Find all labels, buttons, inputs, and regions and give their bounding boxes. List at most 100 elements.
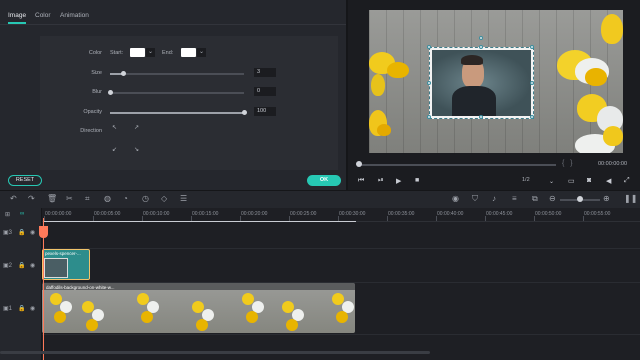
ruler-tick-label: 00:00:50:00 <box>535 211 562 217</box>
microphone-icon[interactable]: ♪ <box>492 194 496 203</box>
size-value-input[interactable]: 3 <box>254 68 276 77</box>
ok-button[interactable]: OK <box>307 175 341 186</box>
direction-label: Direction <box>80 128 102 134</box>
lock-icon[interactable]: 🔒 <box>18 305 25 312</box>
rotate-handle[interactable] <box>479 36 483 40</box>
start-color-swatch[interactable] <box>130 48 145 57</box>
timeline-clip-daffodils[interactable]: daffodils-background-on-white-w... <box>42 283 355 333</box>
lock-icon[interactable]: 🔒 <box>18 262 25 269</box>
track-2-number-icon: ▣2 <box>3 263 13 269</box>
stop-icon[interactable]: ■ <box>415 177 419 184</box>
track-1-number-icon: ▣1 <box>3 306 13 312</box>
zoom-out-icon[interactable]: ⊖ <box>549 194 556 203</box>
timeline-clip-portrait[interactable]: pexels-spencer-... <box>42 249 90 280</box>
ruler-tick-label: 00:00:20:00 <box>241 211 268 217</box>
speed-icon[interactable]: ◔ <box>123 194 128 203</box>
mark-in-out-icon[interactable]: { } <box>562 160 573 167</box>
color-label: Color <box>88 50 102 56</box>
volume-icon[interactable]: ◀ <box>606 177 611 185</box>
redo-icon[interactable]: ↷ <box>28 194 35 203</box>
blur-slider-track[interactable] <box>110 92 244 94</box>
add-track-icon[interactable]: ⊞ <box>5 211 10 218</box>
render-preview-icon[interactable]: ◉ <box>452 194 459 203</box>
keyframe-icon[interactable]: ◇ <box>161 194 167 203</box>
marker-icon[interactable]: ⛉ <box>472 194 478 204</box>
daffodil-thumbnail <box>282 301 306 333</box>
end-color-dropdown-icon[interactable]: ⌄ <box>197 48 206 57</box>
preview-scrubber-track[interactable] <box>358 164 556 166</box>
opacity-value-input[interactable]: 100 <box>254 107 276 116</box>
ruler-tick-label: 00:00:55:00 <box>584 211 611 217</box>
tab-image[interactable]: Image <box>8 12 26 19</box>
ruler-tick-label: 00:00:05:00 <box>94 211 121 217</box>
end-label: End: <box>162 50 174 56</box>
start-color-dropdown-icon[interactable]: ⌄ <box>146 48 155 57</box>
mixer-icon[interactable]: ≡ <box>512 194 517 203</box>
resize-handle[interactable] <box>530 81 534 85</box>
arrow-down-left-icon[interactable]: ↙ <box>110 146 119 155</box>
eye-icon[interactable]: ◉ <box>30 229 35 236</box>
zoom-slider-handle[interactable] <box>577 196 583 202</box>
ruler-tick-label: 00:00:45:00 <box>486 211 513 217</box>
link-icon[interactable]: ∞ <box>20 211 24 217</box>
resize-handle[interactable] <box>530 45 534 49</box>
resize-handle[interactable] <box>479 115 483 119</box>
size-label: Size <box>91 70 102 76</box>
arrow-down-right-icon[interactable]: ↘ <box>132 146 141 155</box>
blur-label: Blur <box>92 89 102 95</box>
prev-frame-icon[interactable]: ⏮ <box>358 177 364 185</box>
snapshot-camera-icon[interactable]: ◙ <box>587 177 591 184</box>
cut-icon[interactable]: ✂ <box>66 194 73 203</box>
work-area-range[interactable] <box>44 221 356 222</box>
blur-value-input[interactable]: 0 <box>254 87 276 96</box>
tab-animation[interactable]: Animation <box>60 12 89 19</box>
tab-color[interactable]: Color <box>35 12 51 19</box>
resize-handle[interactable] <box>427 45 431 49</box>
blur-slider-handle[interactable] <box>107 90 113 95</box>
selection-box[interactable] <box>427 36 534 119</box>
ruler-tick-mark <box>583 216 584 221</box>
color-palette-icon[interactable]: ◍ <box>104 194 111 203</box>
eye-icon[interactable]: ◉ <box>30 262 35 269</box>
opacity-slider-handle[interactable] <box>241 110 247 115</box>
resize-handle[interactable] <box>479 45 483 49</box>
ruler-tick-mark <box>387 216 388 221</box>
resize-handle[interactable] <box>427 115 431 119</box>
play-icon[interactable]: ▶ <box>396 177 401 185</box>
size-slider-track[interactable] <box>110 73 244 75</box>
zoom-in-icon[interactable]: ⊕ <box>603 194 610 203</box>
lock-icon[interactable]: 🔒 <box>18 229 25 236</box>
ruler-tick-mark <box>485 216 486 221</box>
delete-icon[interactable]: 🗑 <box>47 194 57 203</box>
end-color-swatch[interactable] <box>181 48 196 57</box>
start-label: Start: <box>110 50 124 56</box>
timeline-horizontal-scrollbar[interactable] <box>0 351 430 354</box>
playhead-line[interactable] <box>43 218 44 360</box>
size-slider-handle[interactable] <box>120 71 126 76</box>
ruler-tick-label: 00:00:40:00 <box>437 211 464 217</box>
resize-handle[interactable] <box>427 81 431 85</box>
reset-button[interactable]: RESET <box>8 175 42 186</box>
ruler-tick-label: 00:00:15:00 <box>192 211 219 217</box>
resize-handle[interactable] <box>530 115 534 119</box>
chevron-down-icon[interactable]: ⌄ <box>549 178 554 185</box>
playhead-handle[interactable] <box>39 226 48 238</box>
fullscreen-icon[interactable]: ⤢ <box>624 177 630 185</box>
timer-icon[interactable]: ◷ <box>142 194 149 203</box>
arrow-up-right-icon[interactable]: ↗ <box>132 124 141 133</box>
audio-adjust-icon[interactable]: ☰ <box>180 194 187 203</box>
eye-icon[interactable]: ◉ <box>30 305 35 312</box>
monitor-icon[interactable]: ▭ <box>568 177 575 185</box>
preview-scrubber-handle[interactable] <box>356 161 362 167</box>
undo-icon[interactable]: ↶ <box>10 194 17 203</box>
step-back-icon[interactable]: ⏯ <box>378 177 384 185</box>
crop-icon[interactable]: ⌗ <box>85 194 90 204</box>
timeline-toolbar <box>0 190 640 208</box>
pause-icon[interactable]: ❚❚ <box>624 194 637 203</box>
daffodil-thumbnail <box>137 293 161 327</box>
arrow-up-left-icon[interactable]: ↖ <box>110 124 119 133</box>
preview-ratio-select[interactable]: 1/2 <box>522 177 530 183</box>
preview-canvas[interactable] <box>369 10 623 153</box>
snap-icon[interactable]: ⧉ <box>532 194 538 204</box>
preview-time-display: 00:00:00:00 <box>598 161 628 167</box>
